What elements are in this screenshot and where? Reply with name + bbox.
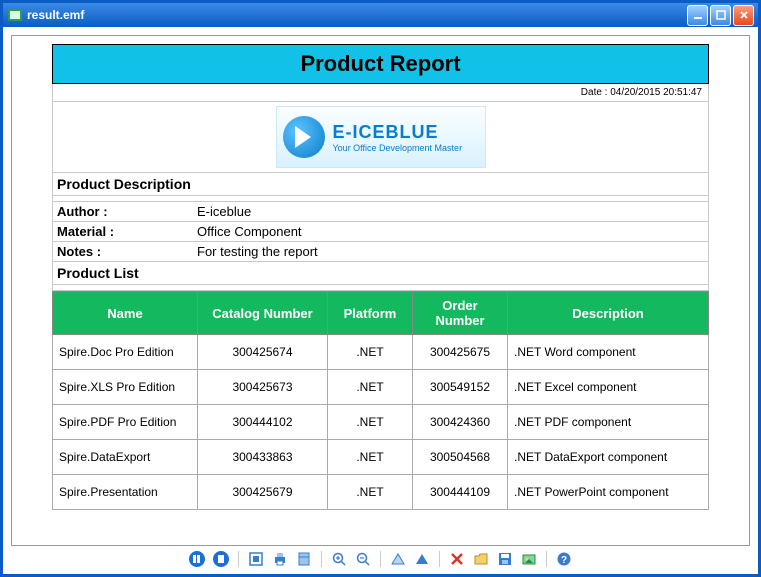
cell-platform: .NET	[328, 440, 413, 475]
product-table: Name Catalog Number Platform Order Numbe…	[52, 291, 709, 510]
export-button[interactable]	[520, 550, 538, 568]
svg-text:?: ?	[561, 555, 567, 566]
cell-description: .NET Word component	[508, 335, 709, 370]
col-description: Description	[508, 292, 709, 335]
cell-order: 300549152	[413, 370, 508, 405]
cell-catalog: 300425674	[198, 335, 328, 370]
cell-description: .NET PowerPoint component	[508, 475, 709, 510]
table-header-row: Name Catalog Number Platform Order Numbe…	[53, 292, 709, 335]
logo-arrow-icon	[283, 116, 325, 158]
minimize-button[interactable]	[687, 5, 708, 26]
logo-sub-text: Your Office Development Master	[333, 143, 463, 153]
cell-order: 300504568	[413, 440, 508, 475]
material-row: Material : Office Component	[53, 222, 708, 242]
notes-row: Notes : For testing the report	[53, 242, 708, 262]
client-area: Product Report Date : 04/20/2015 20:51:4…	[3, 27, 758, 574]
col-platform: Platform	[328, 292, 413, 335]
cell-platform: .NET	[328, 475, 413, 510]
cell-catalog: 300425673	[198, 370, 328, 405]
open-button[interactable]	[472, 550, 490, 568]
report-page: Product Report Date : 04/20/2015 20:51:4…	[52, 44, 709, 545]
logo: E-ICEBLUE Your Office Development Master	[276, 106, 486, 168]
author-label: Author :	[53, 202, 193, 221]
app-window: result.emf Product Report Date : 04/20/2…	[0, 0, 761, 577]
cell-catalog: 300433863	[198, 440, 328, 475]
table-row: Spire.Doc Pro Edition300425674.NET300425…	[53, 335, 709, 370]
logo-main-text: E-ICEBLUE	[333, 122, 463, 143]
delete-button[interactable]	[448, 550, 466, 568]
cell-description: .NET Excel component	[508, 370, 709, 405]
cell-catalog: 300444102	[198, 405, 328, 440]
separator	[439, 551, 440, 567]
save-button[interactable]	[496, 550, 514, 568]
col-order: Order Number	[413, 292, 508, 335]
toolbar: ?	[11, 546, 750, 572]
close-button[interactable]	[733, 5, 754, 26]
separator	[546, 551, 547, 567]
cell-platform: .NET	[328, 370, 413, 405]
cell-name: Spire.DataExport	[53, 440, 198, 475]
fit-page-button[interactable]	[247, 550, 265, 568]
table-row: Spire.DataExport300433863.NET300504568.N…	[53, 440, 709, 475]
cell-platform: .NET	[328, 405, 413, 440]
cell-name: Spire.Doc Pro Edition	[53, 335, 198, 370]
help-button[interactable]: ?	[555, 550, 573, 568]
section-description-label: Product Description	[53, 173, 195, 195]
window-title: result.emf	[27, 8, 687, 22]
cell-name: Spire.PDF Pro Edition	[53, 405, 198, 440]
preview-button[interactable]	[295, 550, 313, 568]
next-page-button[interactable]	[212, 550, 230, 568]
material-value: Office Component	[193, 222, 708, 241]
report-title: Product Report	[52, 44, 709, 84]
section-list-label: Product List	[53, 262, 143, 284]
cell-description: .NET DataExport component	[508, 440, 709, 475]
maximize-button[interactable]	[710, 5, 731, 26]
report-viewer[interactable]: Product Report Date : 04/20/2015 20:51:4…	[11, 35, 750, 546]
titlebar: result.emf	[3, 3, 758, 27]
material-label: Material :	[53, 222, 193, 241]
cell-description: .NET PDF component	[508, 405, 709, 440]
app-icon	[7, 7, 23, 23]
report-header-grid: Date : 04/20/2015 20:51:47 E-ICEBLUE You…	[52, 84, 709, 291]
print-button[interactable]	[271, 550, 289, 568]
zoom-in-button[interactable]	[330, 550, 348, 568]
cell-order: 300444109	[413, 475, 508, 510]
table-row: Spire.PDF Pro Edition300444102.NET300424…	[53, 405, 709, 440]
cell-catalog: 300425679	[198, 475, 328, 510]
first-page-button[interactable]	[188, 550, 206, 568]
section-list: Product List	[53, 262, 708, 285]
cell-order: 300424360	[413, 405, 508, 440]
col-name: Name	[53, 292, 198, 335]
separator	[238, 551, 239, 567]
table-row: Spire.Presentation300425679.NET300444109…	[53, 475, 709, 510]
notes-value: For testing the report	[193, 242, 708, 261]
notes-label: Notes :	[53, 242, 193, 261]
zoom-out-button[interactable]	[354, 550, 372, 568]
rotate-right-button[interactable]	[413, 550, 431, 568]
separator	[321, 551, 322, 567]
rotate-left-button[interactable]	[389, 550, 407, 568]
separator	[380, 551, 381, 567]
date-label: Date : 04/20/2015 20:51:47	[581, 87, 702, 98]
cell-order: 300425675	[413, 335, 508, 370]
date-row: Date : 04/20/2015 20:51:47	[53, 84, 708, 102]
author-row: Author : E-iceblue	[53, 202, 708, 222]
author-value: E-iceblue	[193, 202, 708, 221]
col-catalog: Catalog Number	[198, 292, 328, 335]
section-description: Product Description	[53, 173, 708, 196]
cell-platform: .NET	[328, 335, 413, 370]
table-row: Spire.XLS Pro Edition300425673.NET300549…	[53, 370, 709, 405]
logo-row: E-ICEBLUE Your Office Development Master	[53, 102, 708, 173]
cell-name: Spire.XLS Pro Edition	[53, 370, 198, 405]
cell-name: Spire.Presentation	[53, 475, 198, 510]
window-controls	[687, 5, 754, 26]
